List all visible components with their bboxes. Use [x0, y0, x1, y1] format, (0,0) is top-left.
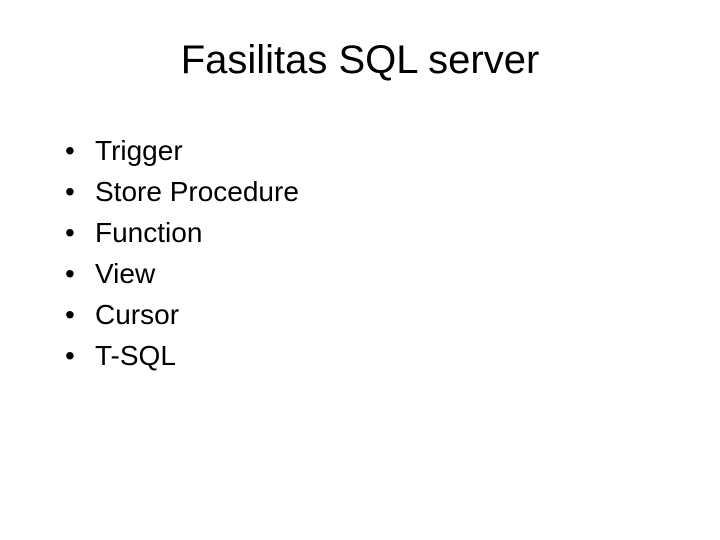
list-item: • Trigger [65, 133, 670, 168]
bullet-list: • Trigger • Store Procedure • Function •… [50, 133, 670, 373]
bullet-icon: • [65, 256, 95, 291]
slide-title: Fasilitas SQL server [50, 38, 670, 83]
bullet-icon: • [65, 174, 95, 209]
list-item: • View [65, 256, 670, 291]
bullet-text: View [95, 256, 670, 291]
bullet-icon: • [65, 338, 95, 373]
list-item: • Store Procedure [65, 174, 670, 209]
slide-container: Fasilitas SQL server • Trigger • Store P… [0, 0, 720, 540]
list-item: • Cursor [65, 297, 670, 332]
bullet-text: Store Procedure [95, 174, 670, 209]
bullet-text: Trigger [95, 133, 670, 168]
bullet-icon: • [65, 133, 95, 168]
bullet-icon: • [65, 297, 95, 332]
list-item: • T-SQL [65, 338, 670, 373]
bullet-text: Cursor [95, 297, 670, 332]
bullet-icon: • [65, 215, 95, 250]
bullet-text: Function [95, 215, 670, 250]
bullet-text: T-SQL [95, 338, 670, 373]
list-item: • Function [65, 215, 670, 250]
